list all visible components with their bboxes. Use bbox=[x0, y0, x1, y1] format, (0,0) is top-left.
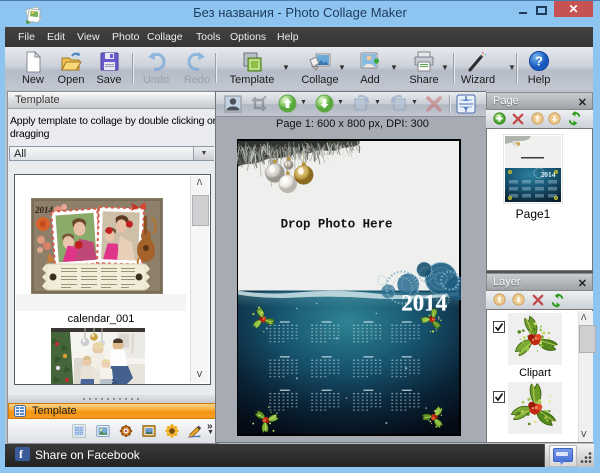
svg-text:Drop Photo Here: Drop Photo Here bbox=[281, 218, 393, 232]
svg-text:2014: 2014 bbox=[541, 170, 556, 179]
svg-text:2014: 2014 bbox=[401, 290, 447, 315]
svg-text:?: ? bbox=[535, 54, 543, 69]
